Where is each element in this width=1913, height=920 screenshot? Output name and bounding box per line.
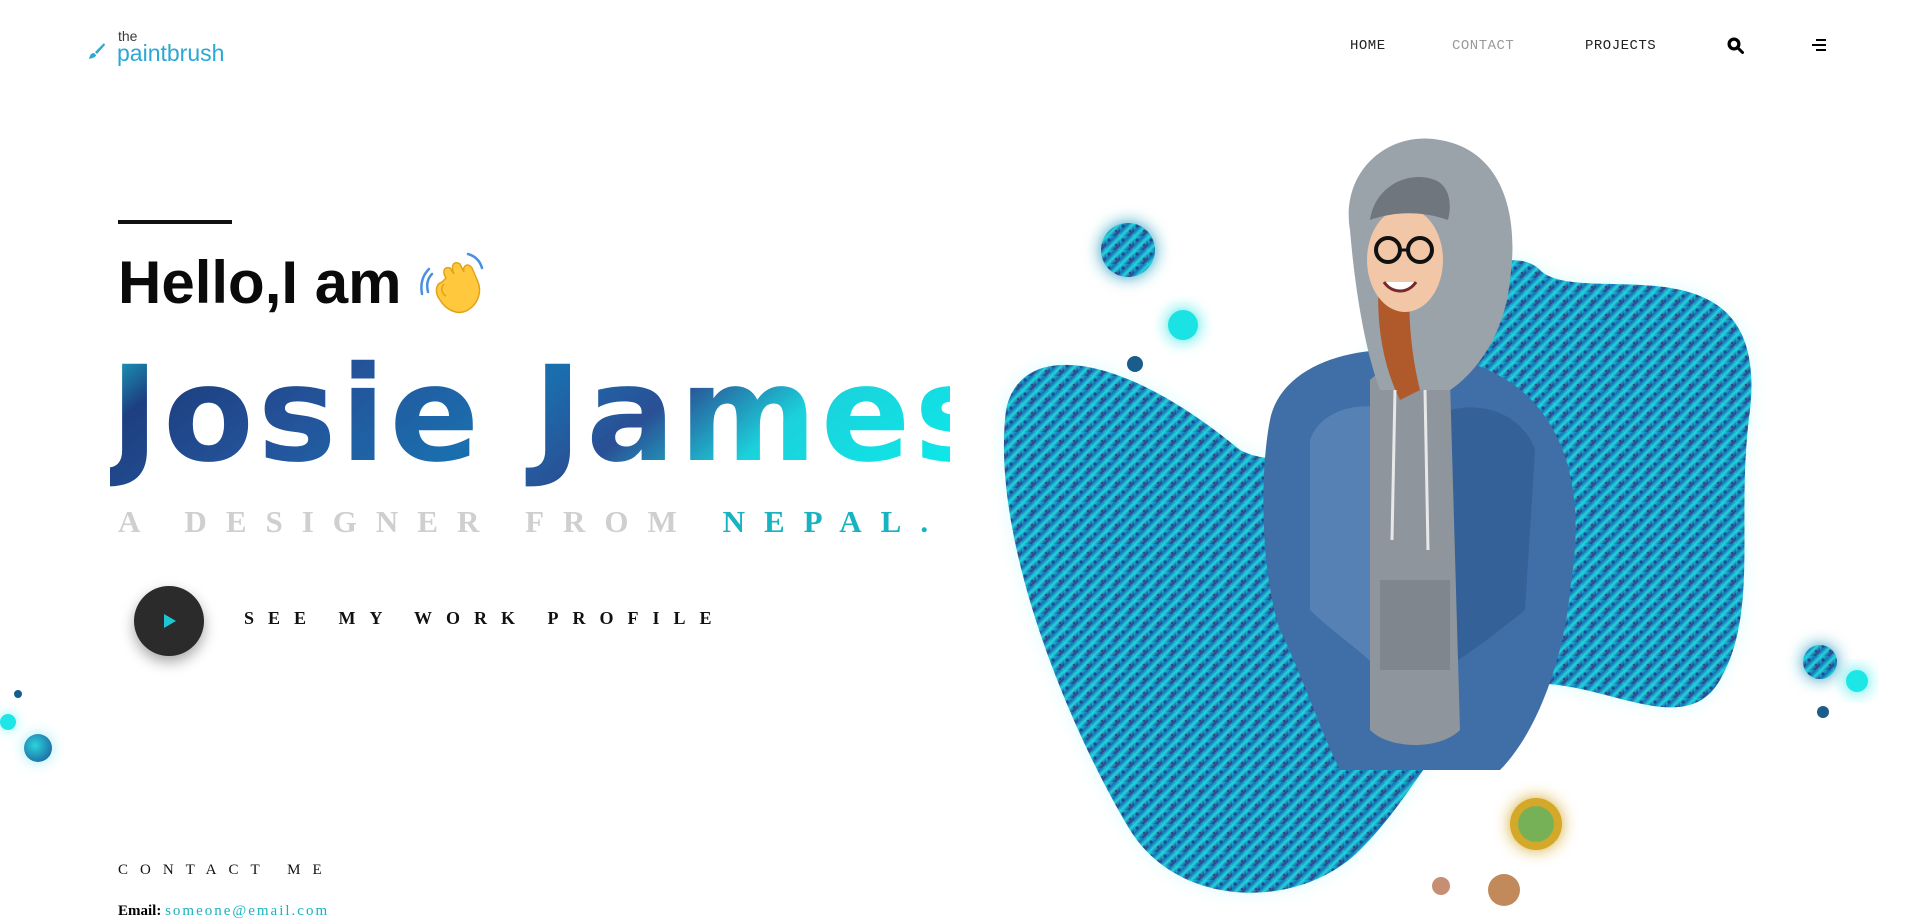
hero-illustration (1003, 138, 1868, 906)
menu-icon[interactable] (1810, 38, 1828, 52)
nav-home[interactable]: HOME (1350, 38, 1386, 54)
bubble-medium (1168, 310, 1198, 340)
hero-name: Josie James, (110, 338, 950, 490)
bubble-rust (1488, 874, 1520, 906)
play-icon (164, 614, 176, 628)
nav-contact[interactable]: CONTACT (1452, 38, 1514, 54)
tagline: A DESIGNER FROM NEPAL. (118, 504, 947, 540)
bubble-cyan (0, 714, 16, 730)
bubble-tiny (1127, 356, 1143, 372)
logo-name: paintbrush (117, 40, 225, 66)
tagline-place: NEPAL. (722, 504, 948, 539)
bubble-small (14, 690, 22, 698)
portfolio-page: the paintbrush HOME CONTACT PROJECTS Hel… (0, 0, 1913, 920)
waving-hand-icon (420, 252, 484, 314)
bubble-right-cyan (1846, 670, 1868, 692)
search-icon[interactable] (1726, 36, 1744, 54)
bubble-right-large (1803, 645, 1837, 679)
email-row: Email: someone@email.com (118, 902, 329, 920)
bubble-right-tiny (1817, 706, 1829, 718)
bubble-large (1101, 223, 1155, 277)
bubble-textured (24, 734, 52, 762)
greeting: Hello,I am (118, 249, 402, 316)
email-label: Email: (118, 903, 162, 919)
nav-projects[interactable]: PROJECTS (1585, 38, 1656, 54)
see-work-link[interactable]: SEE MY WORK PROFILE (244, 608, 726, 629)
email-link[interactable]: someone@email.com (165, 903, 329, 919)
play-button[interactable] (134, 586, 204, 656)
tagline-prefix: A DESIGNER FROM (118, 504, 723, 539)
contact-title: CONTACT ME (118, 862, 334, 878)
person-figure (1263, 138, 1576, 770)
accent-bar (118, 220, 232, 224)
bubble-small-rust (1432, 877, 1450, 895)
svg-text:Josie James,: Josie James, (110, 338, 950, 490)
paintbrush-icon (89, 43, 105, 59)
